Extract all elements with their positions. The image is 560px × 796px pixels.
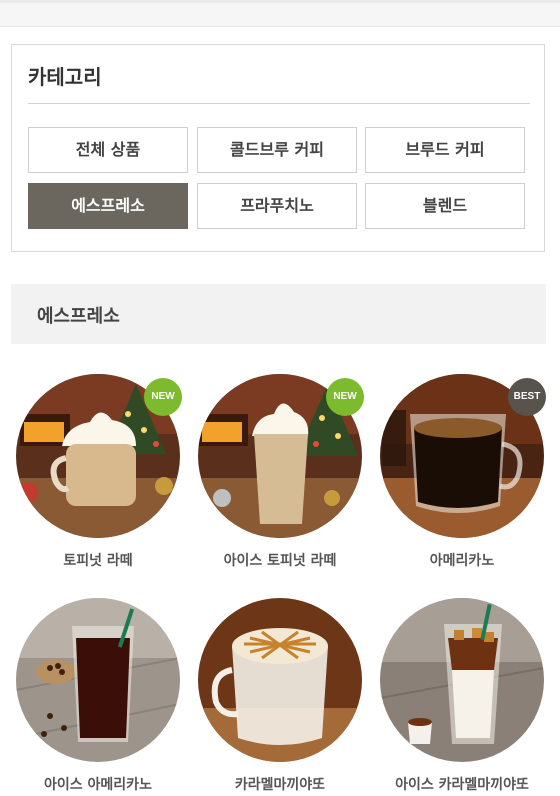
category-espresso-button[interactable]: 에스프레소 — [28, 183, 188, 229]
product-name: 토피넛 라떼 — [63, 553, 133, 569]
product-name: 아메리카노 — [429, 553, 495, 569]
category-title: 카테고리 — [28, 65, 102, 89]
category-all-button[interactable]: 전체 상품 — [28, 127, 188, 173]
category-cold-brew-button[interactable]: 콜드브루 커피 — [197, 127, 357, 173]
category-panel: 카테고리 전체 상품 콜드브루 커피 브루드 커피 에스프레소 프라푸치노 블렌… — [11, 44, 545, 252]
product-name: 아이스 아메리카노 — [44, 777, 152, 793]
caramel-macchiato-image[interactable] — [198, 598, 362, 762]
iced-americano-image[interactable] — [16, 598, 180, 762]
category-blend-button[interactable]: 블렌드 — [365, 183, 525, 229]
category-frappuccino-button[interactable]: 프라푸치노 — [197, 183, 357, 229]
new-badge: NEW — [144, 378, 182, 416]
best-badge: BEST — [508, 378, 546, 416]
section-header: 에스프레소 — [11, 284, 546, 344]
top-bar — [0, 0, 560, 27]
section-title: 에스프레소 — [37, 306, 120, 327]
iced-caramel-macchiato-image[interactable] — [380, 598, 544, 762]
product-name: 카라멜마끼야또 — [234, 777, 326, 793]
category-brewed-coffee-button[interactable]: 브루드 커피 — [365, 127, 525, 173]
product-name: 아이스 토피넛 라떼 — [223, 553, 337, 569]
product-name: 아이스 카라멜마끼야또 — [395, 777, 529, 793]
new-badge: NEW — [326, 378, 364, 416]
divider — [28, 103, 530, 104]
